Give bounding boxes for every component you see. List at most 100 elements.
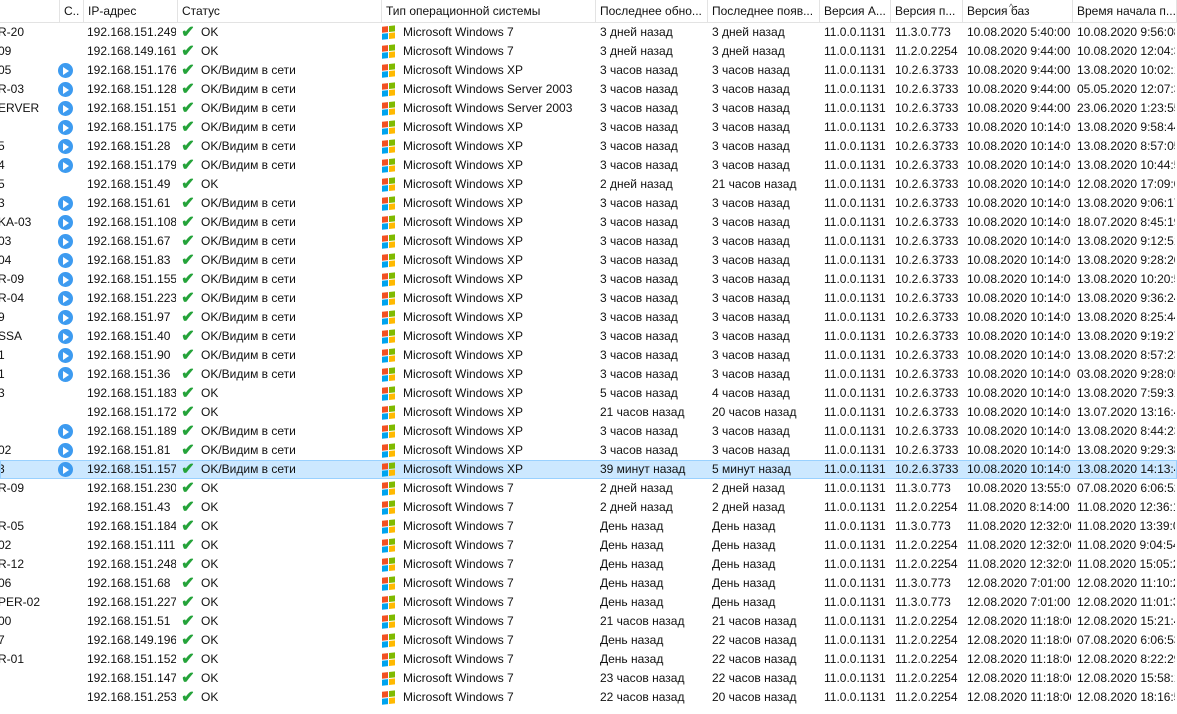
column-header-ip[interactable]: IP-адрес	[84, 0, 178, 22]
table-row[interactable]: 06 192.168.151.68 ✔ OK Microsoft Windows 7 Де…	[0, 574, 1177, 593]
column-header-last-seen[interactable]: Последнее появ...	[708, 0, 820, 22]
product-version-cell: 10.2.6.3733	[895, 253, 959, 267]
check-icon: ✔	[181, 100, 195, 117]
table-row[interactable]: PER-02 192.168.151.227 ✔ OK Microsoft Window…	[0, 593, 1177, 612]
db-version-cell: 10.08.2020 13:55:00	[967, 481, 1071, 495]
column-header-agent-version[interactable]: Версия А...	[820, 0, 891, 22]
table-row[interactable]: 09 192.168.149.161 ✔ OK Microsoft Windows 7 3…	[0, 42, 1177, 61]
status-cell: ✔ OK/Видим в сети	[176, 80, 380, 99]
table-row[interactable]: R-04 192.168.151.223 ✔ OK/Видим в сети Micro…	[0, 289, 1177, 308]
db-version-cell: 10.08.2020 10:14:00	[967, 234, 1071, 248]
check-icon: ✔	[181, 214, 195, 231]
product-version-cell: 11.3.0.773	[895, 481, 951, 495]
table-row[interactable]: R-20 192.168.151.249 ✔ OK Microsoft Windows …	[0, 23, 1177, 42]
db-version-cell: 10.08.2020 10:14:00	[967, 367, 1071, 381]
table-row[interactable]: 192.168.151.43 ✔ OK Microsoft Windows 7 2 дн…	[0, 498, 1177, 517]
start-time-cell: 13.08.2020 9:12:51	[1077, 234, 1175, 248]
device-name-cell: 09	[0, 44, 12, 58]
column-header-status[interactable]: Статус	[178, 0, 382, 22]
agent-version-cell: 11.0.0.1131	[824, 82, 886, 96]
check-icon: ✔	[181, 347, 195, 364]
os-cell: Microsoft Windows XP	[380, 384, 594, 403]
play-icon	[58, 101, 73, 116]
table-row[interactable]: 9 192.168.151.97 ✔ OK/Видим в сети Microsoft…	[0, 308, 1177, 327]
agent-version-cell: 11.0.0.1131	[824, 386, 886, 400]
play-icon	[58, 158, 73, 173]
db-version-cell: 10.08.2020 10:14:00	[967, 291, 1071, 305]
ip-cell: 192.168.151.49	[87, 177, 171, 191]
table-row[interactable]: 192.168.151.147 ✔ OK Microsoft Windows 7 23 …	[0, 669, 1177, 688]
table-row[interactable]: 03 192.168.151.67 ✔ OK/Видим в сети Microsof…	[0, 232, 1177, 251]
last-update-cell: 3 часов назад	[600, 139, 678, 153]
device-name-cell: 3	[0, 386, 5, 400]
state-cell	[58, 384, 82, 403]
status-text: OK/Видим в сети	[201, 272, 296, 286]
table-row[interactable]: 04 192.168.151.83 ✔ OK/Видим в сети Microsof…	[0, 251, 1177, 270]
start-time-cell: 13.08.2020 8:25:44	[1077, 310, 1175, 324]
last-seen-cell: День назад	[712, 595, 776, 609]
check-icon: ✔	[181, 328, 195, 345]
agent-version-cell: 11.0.0.1131	[824, 44, 886, 58]
windows-logo-icon	[382, 632, 396, 648]
table-row[interactable]: 4 192.168.151.179 ✔ OK/Видим в сети Microsof…	[0, 156, 1177, 175]
table-row[interactable]: 7 192.168.149.196 ✔ OK Microsoft Windows 7 Де…	[0, 631, 1177, 650]
check-icon: ✔	[181, 499, 195, 516]
column-header-product-version[interactable]: Версия п...	[891, 0, 963, 22]
table-row[interactable]: SSA 192.168.151.40 ✔ OK/Видим в сети Microso…	[0, 327, 1177, 346]
os-cell: Microsoft Windows 7	[380, 593, 594, 612]
state-cell	[58, 175, 82, 194]
column-header-name[interactable]	[0, 0, 60, 22]
last-seen-cell: 3 часов назад	[712, 196, 790, 210]
status-cell: ✔ OK/Видим в сети	[176, 289, 380, 308]
column-header-os[interactable]: Тип операционной системы	[382, 0, 596, 22]
check-icon: ✔	[181, 518, 195, 535]
table-row[interactable]: R-05 192.168.151.184 ✔ OK Microsoft Windows …	[0, 517, 1177, 536]
os-text: Microsoft Windows XP	[403, 443, 524, 457]
table-row[interactable]: R-12 192.168.151.248 ✔ OK Microsoft Windows …	[0, 555, 1177, 574]
os-cell: Microsoft Windows XP	[380, 232, 594, 251]
table-row[interactable]: 3 192.168.151.61 ✔ OK/Видим в сети Microsoft…	[0, 194, 1177, 213]
os-cell: Microsoft Windows 7	[380, 650, 594, 669]
table-row[interactable]: 192.168.151.189 ✔ OK/Видим в сети Microsoft…	[0, 422, 1177, 441]
status-text: OK/Видим в сети	[201, 424, 296, 438]
column-header-db-version[interactable]: Версия баз ^	[963, 0, 1073, 22]
os-cell: Microsoft Windows 7	[380, 23, 594, 42]
table-row[interactable]: 02 192.168.151.81 ✔ OK/Видим в сети Microsof…	[0, 441, 1177, 460]
table-row[interactable]: 3 192.168.151.183 ✔ OK Microsoft Windows XP 5…	[0, 384, 1177, 403]
db-version-cell: 10.08.2020 10:14:00	[967, 329, 1071, 343]
device-name-cell	[0, 669, 58, 688]
table-row[interactable]: 05 192.168.151.176 ✔ OK/Видим в сети Microso…	[0, 61, 1177, 80]
os-text: Microsoft Windows XP	[403, 462, 524, 476]
product-version-cell: 11.2.0.2254	[895, 633, 958, 647]
status-text: OK/Видим в сети	[201, 158, 296, 172]
column-header-last-update[interactable]: Последнее обно...	[596, 0, 708, 22]
table-row[interactable]: R-03 192.168.151.128 ✔ OK/Видим в сети Micro…	[0, 80, 1177, 99]
check-icon: ✔	[181, 537, 195, 554]
product-version-cell: 11.3.0.773	[895, 595, 951, 609]
table-row[interactable]: 3 192.168.151.157 ✔ OK/Видим в сети Microsof…	[0, 460, 1177, 479]
table-row[interactable]: 192.168.151.253 ✔ OK Microsoft Windows 7 22 …	[0, 688, 1177, 707]
table-row[interactable]: 5 192.168.151.28 ✔ OK/Видим в сети Microsoft…	[0, 137, 1177, 156]
table-row[interactable]: KA-03 192.168.151.108 ✔ OK/Видим в сети Micr…	[0, 213, 1177, 232]
table-row[interactable]: R-09 192.168.151.230 ✔ OK Microsoft Windows …	[0, 479, 1177, 498]
table-row[interactable]: ERVER 192.168.151.151 ✔ OK/Видим в сети Micr…	[0, 99, 1177, 118]
os-cell: Microsoft Windows 7	[380, 517, 594, 536]
table-row[interactable]: 02 192.168.151.111 ✔ OK Microsoft Windows 7 Д…	[0, 536, 1177, 555]
os-cell: Microsoft Windows XP	[380, 365, 594, 384]
agent-version-cell: 11.0.0.1131	[824, 614, 886, 628]
status-text: OK/Видим в сети	[201, 310, 296, 324]
table-row[interactable]: R-09 192.168.151.155 ✔ OK/Видим в сети Micro…	[0, 270, 1177, 289]
table-row[interactable]: 192.168.151.175 ✔ OK/Видим в сети Microsoft…	[0, 118, 1177, 137]
table-row[interactable]: 5 192.168.151.49 ✔ OK Microsoft Windows XP 2 …	[0, 175, 1177, 194]
table-row[interactable]: 1 192.168.151.90 ✔ OK/Видим в сети Microsoft…	[0, 346, 1177, 365]
play-icon	[58, 291, 73, 306]
table-row[interactable]: 00 192.168.151.51 ✔ OK Microsoft Windows 7 21…	[0, 612, 1177, 631]
column-header-state[interactable]: С..	[60, 0, 84, 22]
os-cell: Microsoft Windows 7	[380, 612, 594, 631]
column-header-start-time[interactable]: Время начала п...	[1073, 0, 1177, 22]
windows-logo-icon	[382, 233, 396, 249]
table-row[interactable]: 192.168.151.172 ✔ OK Microsoft Windows XP 21…	[0, 403, 1177, 422]
table-row[interactable]: 1 192.168.151.36 ✔ OK/Видим в сети Microsoft…	[0, 365, 1177, 384]
table-row[interactable]: R-01 192.168.151.152 ✔ OK Microsoft Windows …	[0, 650, 1177, 669]
agent-version-cell: 11.0.0.1131	[824, 253, 886, 267]
